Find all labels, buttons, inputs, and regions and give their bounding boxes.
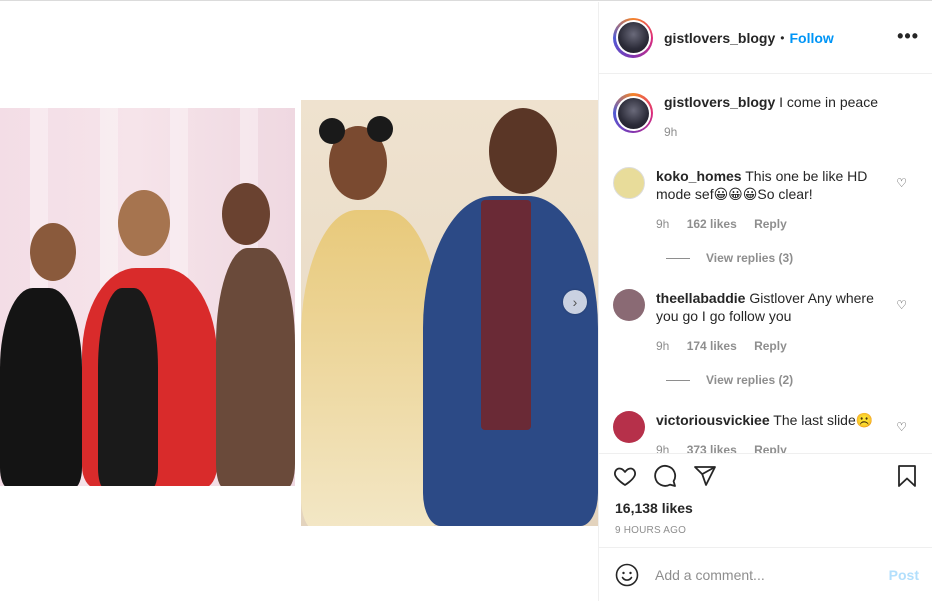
reply-button[interactable]: Reply (754, 443, 787, 453)
comment-body: koko_homes This one be like HD mode sef😀… (656, 167, 876, 233)
avatar-border (615, 20, 651, 55)
comment-item: theellabaddie Gistlover Any where you go… (613, 289, 876, 355)
author-avatar[interactable] (613, 17, 653, 58)
comment-meta: 9h 373 likes Reply (656, 441, 876, 453)
post-actions: 16,138 likes 9 HOURS AGO (599, 453, 932, 549)
comment-meta: 9h 162 likes Reply (656, 215, 876, 233)
separator-dot: • (780, 30, 785, 45)
comment-likes[interactable]: 373 likes (687, 443, 737, 453)
save-button[interactable] (895, 464, 919, 488)
follow-button[interactable]: Follow (789, 30, 833, 46)
view-replies-button[interactable]: View replies (3) (666, 251, 793, 265)
caption-time: 9h (664, 125, 678, 139)
heart-icon[interactable]: ♡ (896, 176, 907, 190)
post-sidebar: gistlovers_blogy • Follow ••• gistlovers… (598, 2, 932, 601)
comment-button[interactable] (653, 464, 677, 488)
replies-divider (666, 379, 690, 381)
post-comment-button[interactable]: Post (889, 567, 919, 583)
heart-icon[interactable]: ♡ (896, 420, 907, 434)
person-figure (0, 288, 82, 486)
post-header: gistlovers_blogy • Follow ••• (599, 2, 932, 74)
person-head (222, 183, 270, 245)
likes-count[interactable]: 16,138 likes (615, 500, 693, 516)
reply-button[interactable]: Reply (754, 217, 787, 231)
shirt (481, 200, 531, 430)
photo-slide-current (301, 100, 598, 526)
post-timestamp[interactable]: 9 HOURS AGO (615, 525, 686, 536)
comment-text: The last slide☹️ (773, 412, 874, 428)
bookmark-icon (898, 465, 916, 487)
avatar-image (617, 97, 649, 129)
replies-divider (666, 257, 690, 259)
comment-body: victoriousvickiee The last slide☹️ 9h 37… (656, 411, 876, 453)
caption-meta: 9h (664, 123, 884, 141)
comment-time: 9h (656, 443, 670, 453)
comment-time: 9h (656, 217, 670, 231)
comment-username[interactable]: koko_homes (656, 168, 742, 184)
commenter-avatar[interactable] (613, 411, 645, 443)
person-head (489, 108, 557, 194)
comment-item: koko_homes This one be like HD mode sef😀… (613, 167, 876, 233)
comment-likes[interactable]: 162 likes (687, 217, 737, 231)
next-slide-button[interactable]: › (563, 290, 587, 314)
caption-avatar[interactable] (613, 93, 653, 133)
comment-username[interactable]: theellabaddie (656, 290, 745, 306)
comment-username[interactable]: victoriousvickiee (656, 412, 770, 428)
comment-item: victoriousvickiee The last slide☹️ 9h 37… (613, 411, 876, 453)
comment-input[interactable] (655, 567, 875, 583)
caption-body: gistlovers_blogy I come in peace 9h (664, 93, 884, 141)
photo-slide-previous (0, 108, 295, 486)
avatar-image (617, 22, 649, 53)
view-replies-label: View replies (2) (706, 373, 794, 387)
hair-bun (319, 118, 345, 144)
view-replies-label: View replies (3) (706, 251, 794, 265)
caption-username[interactable]: gistlovers_blogy (664, 94, 775, 110)
action-icons (613, 464, 717, 488)
avatar-border (615, 95, 651, 131)
caption-text: I come in peace (779, 94, 878, 110)
person-figure (98, 288, 158, 486)
post-modal: › gistlovers_blogy • Follow ••• gistlove… (0, 0, 932, 601)
comment-icon (654, 464, 677, 487)
comments-list[interactable]: gistlovers_blogy I come in peace 9h koko… (599, 75, 932, 453)
heart-icon[interactable]: ♡ (896, 298, 907, 312)
post-media[interactable]: › (0, 2, 598, 601)
chevron-right-icon: › (572, 294, 578, 310)
share-icon (694, 466, 716, 486)
comment-likes[interactable]: 174 likes (687, 339, 737, 353)
like-button[interactable] (613, 464, 637, 488)
caption: gistlovers_blogy I come in peace 9h (613, 93, 884, 141)
comment-meta: 9h 174 likes Reply (656, 337, 876, 355)
commenter-avatar[interactable] (613, 167, 645, 199)
heart-icon (614, 467, 636, 486)
person-head (118, 190, 170, 256)
person-head (30, 223, 76, 281)
view-replies-button[interactable]: View replies (2) (666, 373, 793, 387)
comment-time: 9h (656, 339, 670, 353)
comment-body: theellabaddie Gistlover Any where you go… (656, 289, 876, 355)
share-button[interactable] (693, 464, 717, 488)
author-username[interactable]: gistlovers_blogy (664, 30, 775, 46)
more-options-icon[interactable]: ••• (897, 26, 919, 46)
hair-bun (367, 116, 393, 142)
person-figure (301, 210, 441, 526)
person-figure (216, 248, 295, 486)
reply-button[interactable]: Reply (754, 339, 787, 353)
add-comment-bar: Post (599, 547, 932, 601)
emoji-icon[interactable] (615, 563, 639, 587)
commenter-avatar[interactable] (613, 289, 645, 321)
